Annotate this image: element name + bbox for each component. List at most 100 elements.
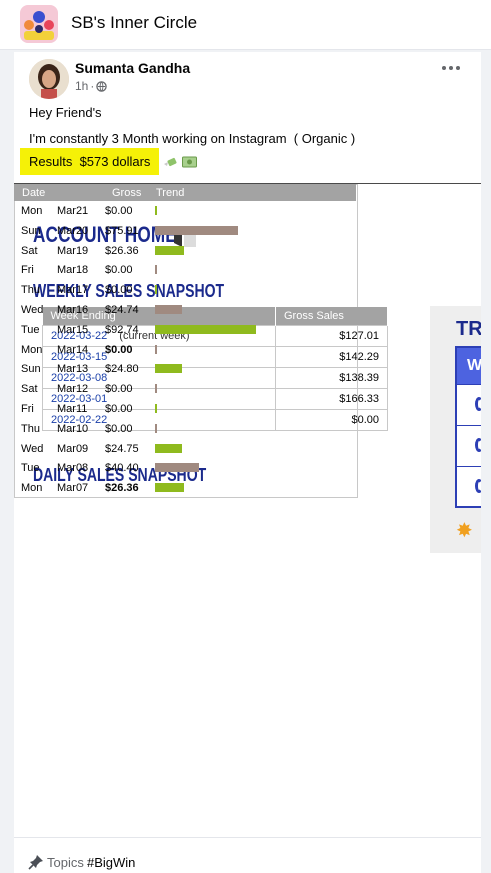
date-cell: Mar19	[57, 244, 89, 257]
money-with-wings-icon	[164, 157, 177, 167]
daily-row: Fri Mar11 $0.00	[14, 399, 356, 419]
trend-bar	[155, 483, 184, 493]
daily-sales-table: Date Gross Trend Mon Mar21 $0.00 Sun Mar20 $7…	[14, 184, 358, 498]
results-highlight: Results $573 dollars	[20, 148, 160, 175]
daily-row: Mon Mar07 $26.36	[14, 478, 356, 498]
daily-row: Wed Mar16 $24.74	[14, 300, 356, 320]
gross-cell: $75.91	[105, 224, 139, 237]
post-time[interactable]: 1h	[75, 79, 88, 93]
day-cell: Mon	[21, 482, 43, 495]
avatar-photo-icon	[29, 59, 69, 99]
burst-icon: ✸	[456, 520, 473, 542]
topics-bar: Topics #BigWin	[14, 837, 481, 873]
hashtag-link[interactable]: #BigWin	[87, 855, 135, 870]
group-logo[interactable]	[20, 5, 58, 43]
trend-bar	[155, 324, 256, 334]
trend-panel-header: W	[457, 348, 481, 384]
date-cell: Mar16	[57, 304, 89, 316]
group-header: SB's Inner Circle	[0, 0, 491, 50]
gross-cell: $0.00	[105, 264, 133, 277]
author-avatar[interactable]	[29, 59, 69, 99]
date-cell: Mar09	[57, 442, 89, 455]
post-card: Sumanta Gandha 1h · Hey Friend's I'm con…	[14, 52, 481, 873]
post-image[interactable]: ACCOUNT HOME: WEEKLY SALES SNAPSHOT Week…	[14, 183, 481, 837]
trend-panel-table: W	[455, 346, 481, 508]
gross-cell: $26.36	[105, 482, 139, 495]
trend-bar	[155, 443, 182, 453]
day-cell: Sun	[21, 363, 41, 376]
daily-row: Sun Mar20 $75.91	[14, 221, 356, 241]
partial-glyph-icon	[475, 397, 481, 411]
day-cell: Sat	[21, 383, 38, 396]
post-text-line-1: Hey Friend's	[29, 105, 102, 120]
trend-bar	[155, 225, 238, 235]
column-header-trend: Trend	[156, 187, 185, 199]
group-name[interactable]: SB's Inner Circle	[71, 13, 197, 33]
trend-panel-cell	[457, 384, 481, 424]
day-cell: Thu	[21, 422, 40, 435]
author-name[interactable]: Sumanta Gandha	[75, 60, 190, 76]
day-cell: Sat	[21, 244, 38, 257]
trend-panel-partial: TR W ✸	[430, 306, 481, 553]
date-cell: Mar15	[57, 323, 89, 336]
day-cell: Fri	[21, 403, 34, 415]
date-cell: Mar10	[57, 422, 89, 435]
day-cell: Mon	[21, 343, 43, 356]
trend-panel-cell	[457, 425, 481, 465]
gross-cell: $26.36	[105, 244, 139, 257]
post-text-line-2: I'm constantly 3 Month working on Instag…	[29, 131, 356, 146]
date-cell: Mar20	[57, 224, 89, 237]
column-header-gross: Gross	[112, 187, 142, 199]
trend-bar	[155, 305, 182, 314]
trend-bar	[155, 206, 157, 215]
day-cell: Mon	[21, 205, 43, 217]
pin-icon	[28, 855, 43, 870]
trend-bar	[155, 384, 157, 394]
gross-cell: $0.00	[105, 343, 133, 356]
gross-cell: $0.00	[105, 284, 133, 297]
partial-glyph-icon	[475, 479, 481, 493]
dot-icon	[442, 66, 446, 70]
daily-row: Fri Mar18 $0.00	[14, 260, 356, 280]
topics-label: Topics	[47, 855, 84, 870]
date-cell: Mar08	[57, 462, 89, 475]
gross-cell: $0.00	[105, 403, 133, 415]
gross-cell: $0.00	[105, 383, 133, 396]
gross-cell: $24.75	[105, 442, 139, 455]
date-cell: Mar11	[57, 403, 88, 415]
day-cell: Fri	[21, 264, 34, 277]
gross-cell: $92.74	[105, 323, 139, 336]
day-cell: Tue	[21, 462, 40, 475]
column-header-date: Date	[22, 187, 46, 199]
post-meta: 1h ·	[75, 79, 108, 93]
date-cell: Mar21	[57, 205, 89, 217]
gross-cell: $40.40	[105, 462, 139, 475]
date-cell: Mar18	[57, 264, 89, 277]
gross-cell: $24.80	[105, 363, 139, 376]
more-options-button[interactable]	[440, 60, 462, 76]
meta-separator: ·	[90, 79, 95, 93]
trend-bar	[155, 245, 184, 255]
day-cell: Thu	[21, 284, 40, 297]
daily-row: Sat Mar12 $0.00	[14, 379, 356, 399]
trend-bar	[155, 364, 182, 374]
partial-glyph-icon	[475, 438, 481, 452]
daily-row: Sat Mar19 $26.36	[14, 241, 356, 261]
day-cell: Wed	[21, 442, 44, 455]
daily-row: Tue Mar08 $40.40	[14, 458, 356, 478]
daily-row: Thu Mar17 $0.00	[14, 280, 356, 300]
gross-cell: $24.74	[105, 304, 139, 316]
day-cell: Wed	[21, 304, 44, 316]
daily-row: Sun Mar13 $24.80	[14, 359, 356, 379]
daily-row: Tue Mar15 $92.74	[14, 320, 356, 340]
date-cell: Mar17	[57, 284, 89, 297]
trend-bar	[155, 265, 157, 275]
trend-bar	[155, 285, 157, 295]
day-cell: Sun	[21, 224, 41, 237]
date-cell: Mar14	[57, 343, 89, 356]
group-logo-illustration-icon	[20, 5, 58, 43]
day-cell: Tue	[21, 323, 40, 336]
date-cell: Mar13	[57, 363, 89, 376]
daily-row: Mon Mar14 $0.00	[14, 340, 356, 360]
daily-row: Mon Mar21 $0.00	[14, 201, 356, 221]
